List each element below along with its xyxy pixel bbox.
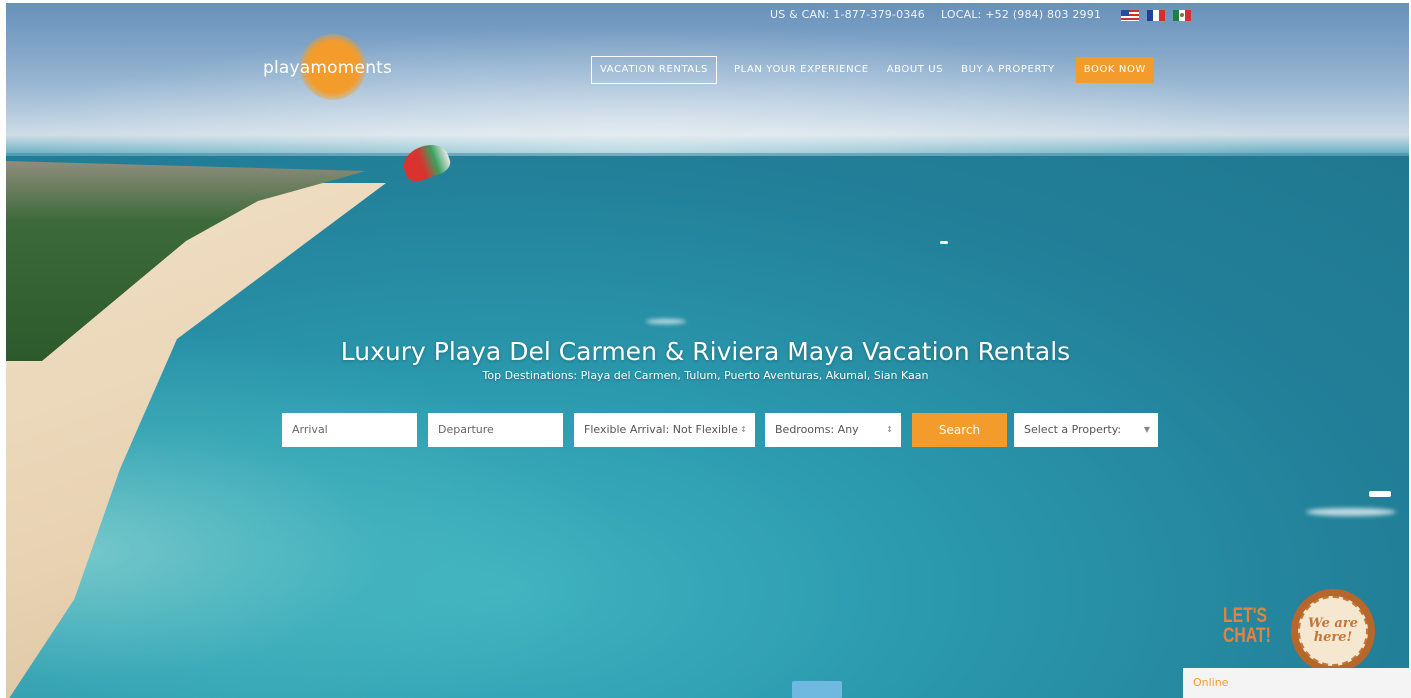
phone-local[interactable]: LOCAL: +52 (984) 803 2991 xyxy=(941,8,1101,21)
logo-text: playamoments xyxy=(263,58,393,78)
mexico-flag-icon[interactable] xyxy=(1172,9,1191,21)
chat-status-text: Online xyxy=(1193,676,1229,689)
phone-us-can[interactable]: US & CAN: 1-877-379-0346 xyxy=(770,8,925,21)
bedrooms-select[interactable]: Bedrooms: Any ↕ xyxy=(765,413,901,447)
book-now-button[interactable]: BOOK NOW xyxy=(1075,57,1154,83)
page-subtitle: Top Destinations: Playa del Carmen, Tulu… xyxy=(482,369,929,382)
arrival-date-input[interactable] xyxy=(282,413,417,447)
search-button[interactable]: Search xyxy=(912,413,1007,447)
nav-vacation-rentals[interactable]: VACATION RENTALS xyxy=(591,56,717,84)
horizon xyxy=(6,153,1409,156)
boat xyxy=(792,681,842,698)
boat-wake xyxy=(646,319,686,324)
chat-badge-button[interactable]: We are here! xyxy=(1291,589,1375,673)
boat xyxy=(1369,491,1391,497)
nav-buy-a-property[interactable]: BUY A PROPERTY xyxy=(952,57,1064,83)
page-title: Luxury Playa Del Carmen & Riviera Maya V… xyxy=(340,337,1071,366)
updown-caret-icon: ↕ xyxy=(886,425,893,434)
contact-bar: US & CAN: 1-877-379-0346 LOCAL: +52 (984… xyxy=(770,8,1191,21)
nav-about-us[interactable]: ABOUT US xyxy=(878,57,952,83)
we-are-here-icon: We are here! xyxy=(1298,596,1368,666)
chevron-down-icon: ▼ xyxy=(1143,425,1150,434)
language-flags xyxy=(1117,8,1191,21)
lets-text: LET'S xyxy=(1223,604,1268,627)
departure-date-input[interactable] xyxy=(428,413,563,447)
badge-line-2: here! xyxy=(1313,630,1353,645)
updown-caret-icon: ↕ xyxy=(740,425,747,434)
boat-wake xyxy=(1306,508,1396,516)
nav-plan-your-experience[interactable]: PLAN YOUR EXPERIENCE xyxy=(725,57,878,83)
flexible-arrival-value: Flexible Arrival: Not Flexible xyxy=(584,423,738,436)
chat-text: CHAT! xyxy=(1223,624,1271,647)
lets-chat-label[interactable]: LET'S CHAT! xyxy=(1223,604,1271,647)
chat-status-bar[interactable]: Online xyxy=(1183,668,1411,698)
property-select-value: Select a Property: xyxy=(1024,423,1122,436)
badge-line-1: We are xyxy=(1308,616,1358,631)
property-select[interactable]: Select a Property: ▼ xyxy=(1014,413,1158,447)
france-flag-icon[interactable] xyxy=(1146,9,1165,21)
boat xyxy=(940,241,948,244)
bedrooms-value: Bedrooms: Any xyxy=(775,423,859,436)
flexible-arrival-select[interactable]: Flexible Arrival: Not Flexible ↕ xyxy=(574,413,755,447)
logo[interactable]: playamoments xyxy=(263,30,403,110)
main-nav: VACATION RENTALS PLAN YOUR EXPERIENCE AB… xyxy=(591,56,1154,84)
us-flag-icon[interactable] xyxy=(1121,9,1140,21)
